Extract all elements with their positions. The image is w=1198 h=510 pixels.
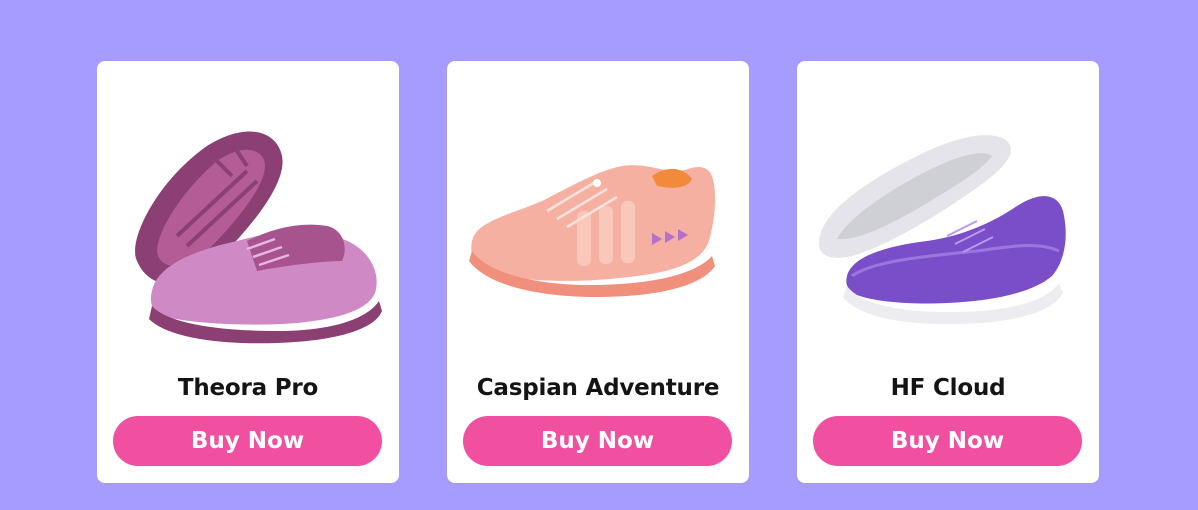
buy-now-button[interactable]: Buy Now [113, 416, 382, 466]
product-name: Caspian Adventure [476, 375, 720, 401]
buy-now-button[interactable]: Buy Now [813, 416, 1082, 466]
purple-knit-shoe-pair-icon [818, 135, 1066, 325]
product-name: Theora Pro [177, 375, 319, 401]
product-image[interactable] [447, 61, 749, 361]
buy-now-button[interactable]: Buy Now [463, 416, 732, 466]
mauve-barefoot-shoe-pair-icon [135, 131, 382, 344]
product-card: Theora Pro Buy Now [97, 61, 399, 483]
product-image[interactable] [797, 61, 1099, 361]
product-card: HF Cloud Buy Now [797, 61, 1099, 483]
product-name: HF Cloud [890, 375, 1006, 401]
product-row: Theora Pro Buy Now Caspian Adventure Buy… [0, 0, 1198, 510]
product-image[interactable] [97, 61, 399, 361]
product-card: Caspian Adventure Buy Now [447, 61, 749, 483]
peach-water-shoe-icon [469, 165, 716, 297]
